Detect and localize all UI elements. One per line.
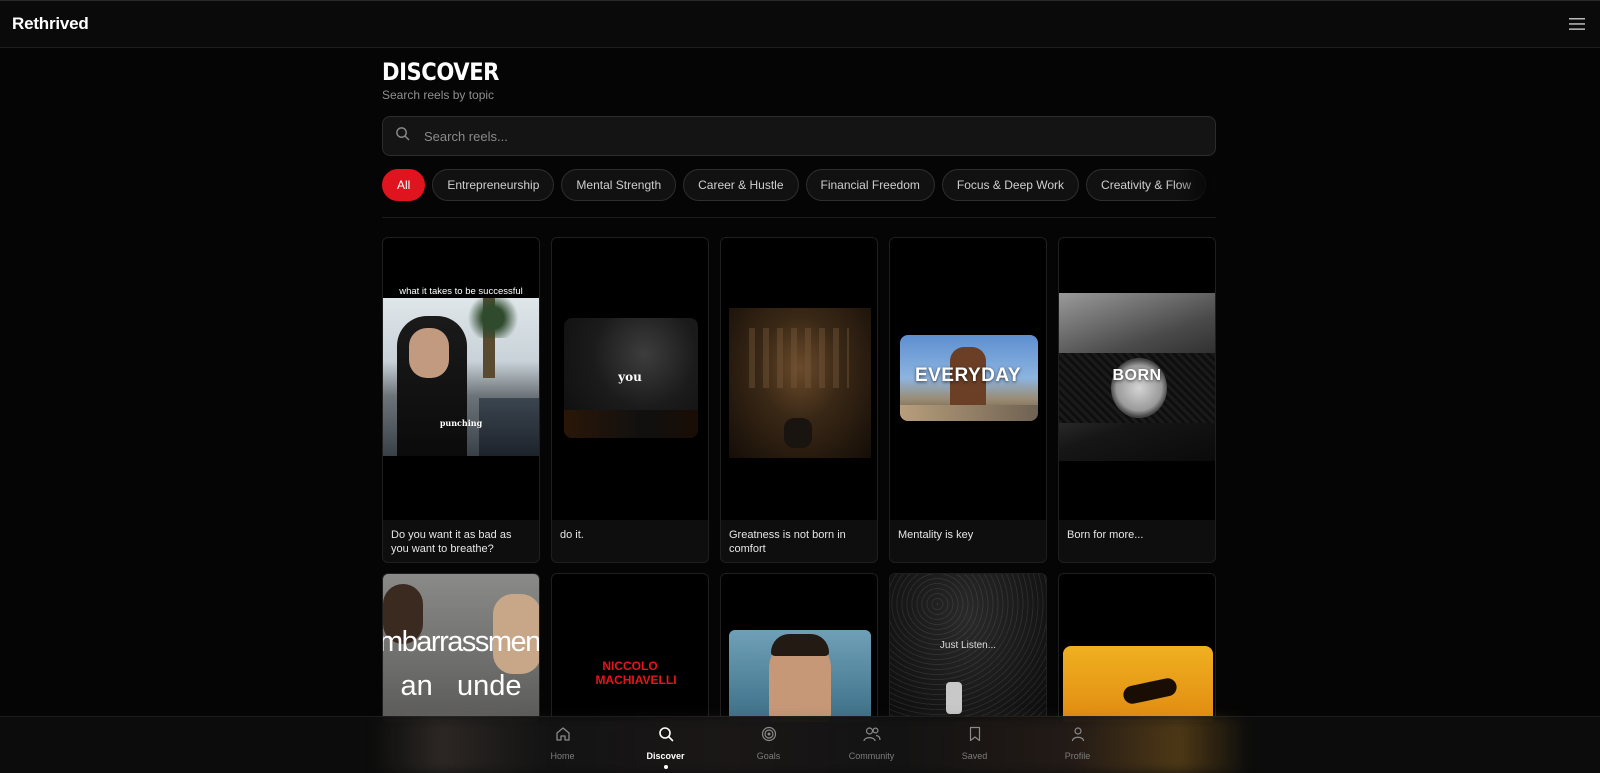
target-icon: [761, 726, 777, 747]
nav-item-profile[interactable]: Profile: [1026, 717, 1129, 773]
reel-overlay-text: what it takes to be successful: [399, 286, 523, 297]
reel-thumbnail: Just Listen...: [890, 574, 1046, 722]
nav-item-community[interactable]: Community: [820, 717, 923, 773]
chip-all[interactable]: All: [382, 169, 426, 201]
reels-grid-row2: mbarrassmen an unde NICCOLO MACHIAVELLI …: [382, 573, 1216, 723]
reel-thumbnail: you: [552, 238, 708, 520]
reel-overlay-text: Just Listen...: [939, 640, 997, 651]
home-icon: [555, 726, 571, 747]
reel-overlay-text: MACHIAVELLI: [595, 673, 677, 687]
reel-card[interactable]: Just Listen...: [889, 573, 1047, 723]
bottom-navigation: Home Discover Goals Community Saved Prof…: [0, 716, 1600, 773]
reel-thumbnail: NICCOLO MACHIAVELLI: [552, 574, 708, 722]
chip-partial[interactable]: Le: [1213, 169, 1216, 201]
reel-card[interactable]: mbarrassmen an unde: [382, 573, 540, 723]
nav-label: Home: [550, 751, 575, 761]
reel-caption: Do you want it as bad as you want to bre…: [391, 529, 512, 555]
nav-items: Home Discover Goals Community Saved Prof…: [511, 717, 1129, 773]
reel-card[interactable]: BORN Born for more...: [1058, 237, 1216, 563]
reel-card[interactable]: NICCOLO MACHIAVELLI: [551, 573, 709, 723]
reel-image: [383, 298, 539, 456]
active-indicator-dot: [663, 765, 668, 769]
reel-thumbnail: [1059, 574, 1215, 722]
reel-caption: Born for more...: [1067, 529, 1144, 541]
reel-thumbnail: mbarrassmen an unde: [383, 574, 539, 722]
reel-overlay-text: an unde: [400, 670, 522, 702]
nav-label: Goals: [756, 751, 781, 761]
nav-label: Profile: [1064, 751, 1091, 761]
search-bar[interactable]: [382, 116, 1216, 156]
reel-card[interactable]: [1058, 573, 1216, 723]
reel-image: [729, 630, 871, 722]
reel-overlay-text: mbarrassmen: [383, 626, 539, 658]
search-input[interactable]: [424, 128, 1184, 144]
nav-item-discover[interactable]: Discover: [614, 717, 717, 773]
reel-thumbnail: EVERYDAY: [890, 238, 1046, 520]
reel-caption: Greatness is not born in comfort: [729, 529, 846, 555]
reel-caption: Mentality is key: [898, 529, 974, 541]
reel-overlay-text: punching: [439, 418, 483, 428]
page-title: DISCOVER: [382, 58, 500, 86]
reels-grid: what it takes to be successful punching …: [382, 237, 1216, 563]
nav-label: Community: [848, 751, 895, 761]
search-icon: [658, 726, 674, 747]
reel-card[interactable]: Greatness is not born in comfort: [720, 237, 878, 563]
chip-focus-deep-work[interactable]: Focus & Deep Work: [941, 169, 1080, 201]
top-bar: Rethrived: [0, 0, 1600, 48]
user-icon: [1070, 726, 1086, 747]
page-subtitle: Search reels by topic: [382, 88, 495, 102]
chip-entrepreneurship[interactable]: Entrepreneurship: [432, 169, 555, 201]
nav-label: Discover: [646, 751, 685, 761]
reel-overlay-text: EVERYDAY: [914, 365, 1022, 386]
nav-label: Saved: [961, 751, 988, 761]
nav-item-goals[interactable]: Goals: [717, 717, 820, 773]
reel-card[interactable]: what it takes to be successful punching …: [382, 237, 540, 563]
reel-card[interactable]: you do it.: [551, 237, 709, 563]
search-icon: [395, 126, 410, 146]
nav-item-saved[interactable]: Saved: [923, 717, 1026, 773]
reel-card[interactable]: EVERYDAY Mentality is key: [889, 237, 1047, 563]
reel-thumbnail: [721, 574, 877, 722]
main-content: DISCOVER Search reels by topic All Entre…: [382, 48, 1216, 723]
reel-thumbnail: what it takes to be successful punching: [383, 238, 539, 520]
reel-overlay-text: NICCOLO: [602, 659, 658, 673]
chip-creativity-flow[interactable]: Creativity & Flow: [1086, 169, 1207, 201]
chip-mental-strength[interactable]: Mental Strength: [561, 169, 677, 201]
reel-image: [1063, 646, 1213, 722]
chip-financial-freedom[interactable]: Financial Freedom: [805, 169, 935, 201]
reel-image: [729, 308, 871, 458]
reel-thumbnail: [721, 238, 877, 520]
divider: [382, 217, 1216, 218]
reel-caption: do it.: [560, 529, 584, 541]
brand-logo[interactable]: Rethrived: [12, 14, 89, 34]
nav-item-home[interactable]: Home: [511, 717, 614, 773]
reel-overlay-text: BORN: [1112, 367, 1162, 384]
hamburger-menu-icon[interactable]: [1566, 13, 1588, 35]
reel-card[interactable]: [720, 573, 878, 723]
reel-thumbnail: BORN: [1059, 238, 1215, 520]
chip-career-hustle[interactable]: Career & Hustle: [683, 169, 799, 201]
users-icon: [862, 726, 881, 747]
bookmark-icon: [968, 726, 982, 747]
reel-overlay-text: you: [618, 370, 642, 384]
topic-filter-chips: All Entrepreneurship Mental Strength Car…: [382, 169, 1216, 201]
